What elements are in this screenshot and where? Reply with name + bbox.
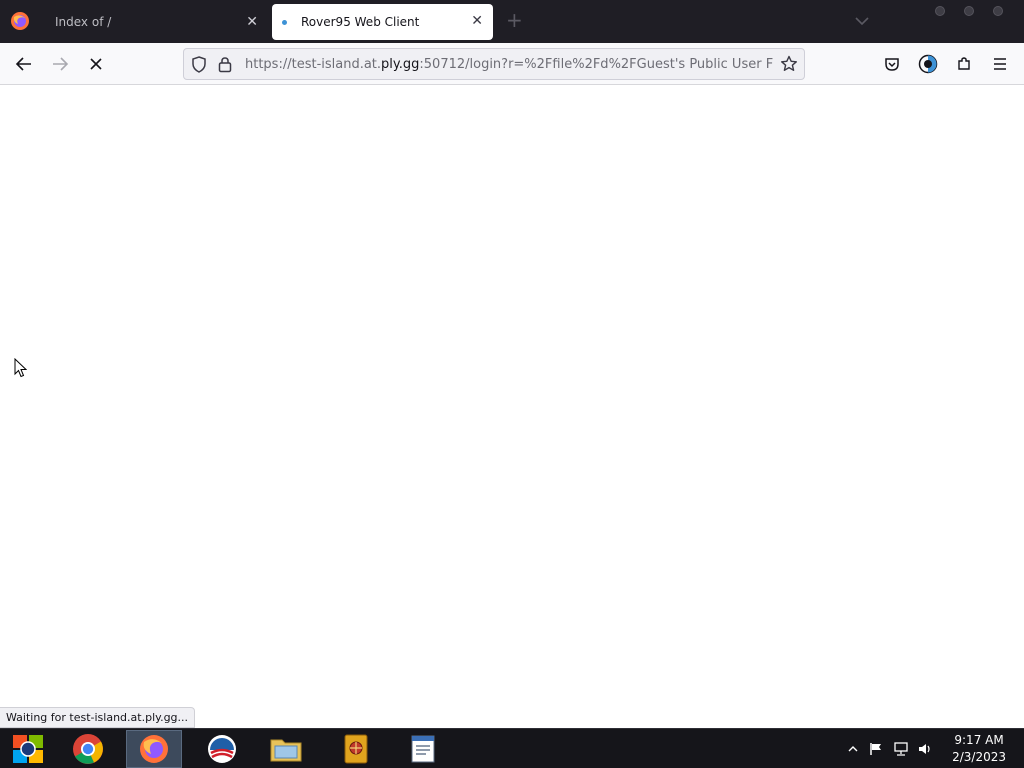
- taskbar-obama-app[interactable]: [194, 730, 250, 768]
- navigation-toolbar: https://test-island.at.ply.gg:50712/logi…: [0, 43, 1024, 85]
- menu-icon: [994, 58, 1006, 70]
- bookmark-star-icon[interactable]: [780, 55, 798, 73]
- taskbar-wordpad[interactable]: [395, 730, 451, 768]
- account-icon: [918, 54, 938, 74]
- pocket-button[interactable]: [881, 53, 903, 75]
- obama-logo-icon: [208, 735, 236, 763]
- tab-rover95-web-client[interactable]: Rover95 Web Client ✕: [272, 4, 493, 40]
- start-orb-icon: [13, 735, 43, 763]
- tab-strip: Index of / ✕ Rover95 Web Client ✕ +: [0, 0, 1024, 43]
- screen: Index of / ✕ Rover95 Web Client ✕ + http…: [0, 0, 1024, 768]
- url-host: ply.gg: [381, 57, 420, 72]
- back-button[interactable]: [13, 53, 35, 75]
- clock-time: 9:17 AM: [954, 733, 1004, 747]
- firefox-menu-icon[interactable]: [10, 11, 30, 31]
- wordpad-icon: [411, 735, 435, 763]
- chrome-icon: [73, 734, 103, 764]
- taskbar: 9:17 AM 2/3/2023: [0, 728, 1024, 768]
- close-tab-icon[interactable]: ✕: [471, 13, 483, 29]
- taskbar-book-app[interactable]: [328, 730, 384, 768]
- extensions-icon: [958, 57, 970, 70]
- book-icon: [344, 734, 368, 764]
- app-menu-button[interactable]: [989, 53, 1011, 75]
- volume-icon[interactable]: [918, 742, 932, 756]
- show-hidden-icons-icon[interactable]: [846, 742, 860, 756]
- loading-dot-icon: [282, 20, 287, 25]
- pocket-icon: [885, 58, 899, 71]
- list-all-tabs-icon[interactable]: [854, 14, 870, 28]
- system-clock[interactable]: 9:17 AM 2/3/2023: [952, 732, 1006, 766]
- back-icon: [15, 57, 31, 71]
- url-prefix: https://test-island.at.: [245, 57, 382, 72]
- mouse-cursor-icon: [14, 358, 27, 378]
- page-content[interactable]: [0, 85, 1024, 728]
- forward-icon: [53, 57, 69, 71]
- status-panel: Waiting for test-island.at.ply.gg...: [0, 707, 196, 728]
- firefox-icon: [140, 735, 168, 763]
- forward-button[interactable]: [49, 53, 71, 75]
- taskbar-file-explorer[interactable]: [258, 730, 314, 768]
- taskbar-firefox[interactable]: [126, 730, 182, 768]
- minimize-button[interactable]: [935, 6, 945, 16]
- stop-button[interactable]: [85, 53, 107, 75]
- shield-icon[interactable]: [191, 56, 207, 73]
- new-tab-button[interactable]: +: [506, 10, 523, 30]
- tab-title: Rover95 Web Client: [301, 15, 420, 29]
- url-suffix: :50712/login?r=%2Ffile%2Fd%2FGuest's Pub…: [419, 57, 773, 72]
- tab-title: Index of /: [55, 15, 112, 29]
- lock-icon[interactable]: [217, 56, 233, 73]
- start-button[interactable]: [0, 730, 56, 768]
- maximize-button[interactable]: [964, 6, 974, 16]
- url-bar[interactable]: https://test-island.at.ply.gg:50712/logi…: [183, 48, 805, 80]
- url-text: https://test-island.at.ply.gg:50712/logi…: [245, 57, 773, 72]
- tab-index-of[interactable]: Index of / ✕: [42, 4, 268, 40]
- action-center-flag-icon[interactable]: [869, 742, 883, 756]
- taskbar-chrome[interactable]: [60, 730, 116, 768]
- extensions-button[interactable]: [953, 53, 975, 75]
- close-tab-icon[interactable]: ✕: [246, 14, 258, 30]
- network-icon[interactable]: [894, 742, 908, 756]
- folder-icon: [270, 739, 302, 762]
- clock-date: 2/3/2023: [952, 750, 1006, 764]
- account-button[interactable]: [917, 53, 939, 75]
- stop-loading-icon: [90, 58, 102, 70]
- close-window-button[interactable]: [993, 6, 1003, 16]
